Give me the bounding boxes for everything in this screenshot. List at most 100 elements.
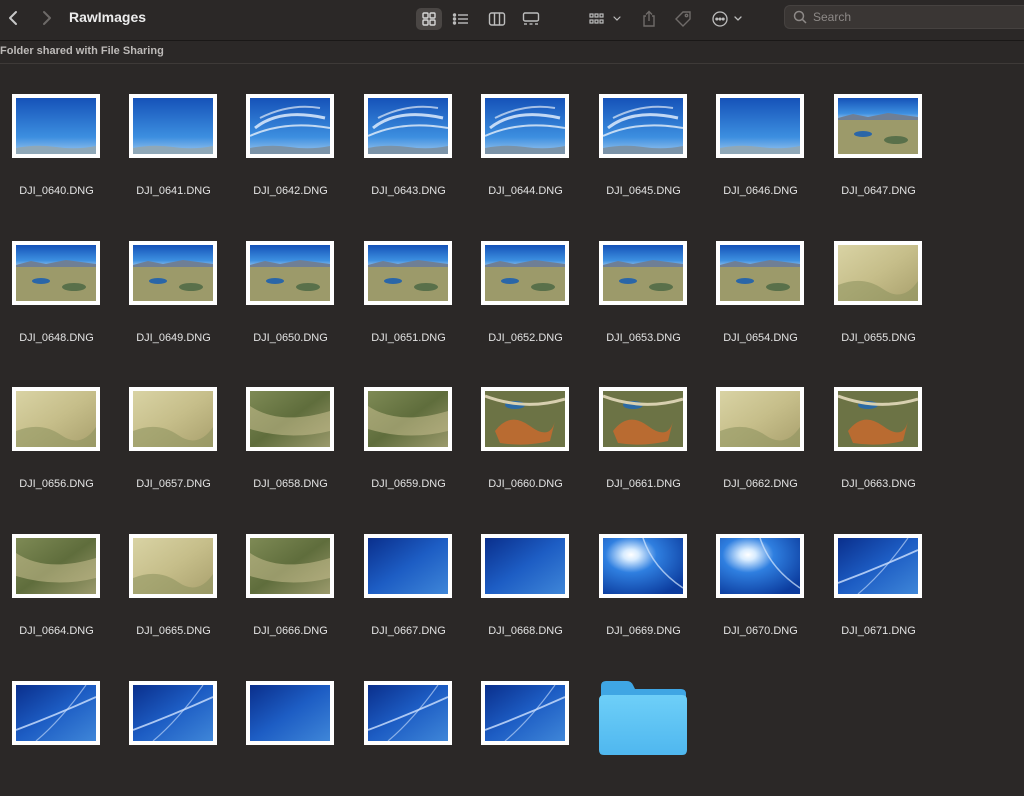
icon-view-button[interactable] [416,8,442,30]
search-field[interactable]: Search [784,5,1024,29]
file-name-label: DJI_0653.DNG [606,332,681,344]
file-icon-grid: DJI_0640.DNG DJI_0641.DNG DJI_0642.DNG D… [0,63,1024,762]
file-item[interactable]: DJI_0661.DNG [587,356,704,502]
file-item[interactable]: DJI_0670.DNG [704,503,821,649]
image-thumbnail [364,387,452,451]
file-item[interactable]: DJI_0665.DNG [117,503,234,649]
file-name-label: DJI_0644.DNG [488,185,563,197]
file-item[interactable]: DJI_0664.DNG [0,503,117,649]
column-view-button[interactable] [484,8,510,30]
file-item[interactable]: DJI_0663.DNG [822,356,939,502]
image-thumbnail [716,241,804,305]
forward-button[interactable] [36,8,56,28]
file-name-label: DJI_0656.DNG [19,478,94,490]
file-item[interactable]: DJI_0653.DNG [587,210,704,356]
image-thumbnail [364,681,452,745]
file-item[interactable]: DJI_0657.DNG [117,356,234,502]
shared-folder-note: Folder shared with File Sharing [0,45,164,57]
file-name-label: DJI_0665.DNG [136,625,211,637]
gallery-view-button[interactable] [518,8,544,30]
window-title: RawImages [69,9,147,25]
list-icon [452,13,468,25]
image-thumbnail [481,681,569,745]
file-item[interactable]: DJI_0660.DNG [469,356,586,502]
file-item[interactable]: DJI_0642.DNG [234,63,351,209]
image-thumbnail [12,681,100,745]
image-thumbnail [129,387,217,451]
file-item[interactable]: DJI_0652.DNG [469,210,586,356]
file-item[interactable]: DJI_0667.DNG [352,503,469,649]
file-name-label: DJI_0648.DNG [19,332,94,344]
file-item[interactable]: DJI_0644.DNG [469,63,586,209]
image-thumbnail [364,94,452,158]
image-thumbnail [12,387,100,451]
image-thumbnail [834,534,922,598]
file-item[interactable] [469,650,586,796]
file-item[interactable] [352,650,469,796]
share-button[interactable] [638,8,660,30]
file-name-label: DJI_0647.DNG [841,185,916,197]
file-item[interactable]: DJI_0647.DNG [822,63,939,209]
file-name-label: DJI_0641.DNG [136,185,211,197]
image-thumbnail [364,534,452,598]
file-item[interactable]: DJI_0654.DNG [704,210,821,356]
file-item[interactable]: DJI_0668.DNG [469,503,586,649]
image-thumbnail [716,94,804,158]
file-name-label: DJI_0654.DNG [723,332,798,344]
file-name-label: DJI_0667.DNG [371,625,446,637]
file-item[interactable] [234,650,351,796]
image-thumbnail [129,681,217,745]
image-thumbnail [599,94,687,158]
file-item[interactable]: DJI_0666.DNG [234,503,351,649]
file-item[interactable]: DJI_0646.DNG [704,63,821,209]
image-thumbnail [129,534,217,598]
image-thumbnail [246,387,334,451]
image-thumbnail [12,94,100,158]
image-thumbnail [599,241,687,305]
image-thumbnail [129,94,217,158]
action-menu-button[interactable] [710,8,746,30]
file-name-label: DJI_0652.DNG [488,332,563,344]
columns-icon [488,12,506,26]
file-item[interactable]: DJI_0658.DNG [234,356,351,502]
image-thumbnail [834,387,922,451]
file-item[interactable]: DJI_0650.DNG [234,210,351,356]
back-button[interactable] [4,8,24,28]
image-thumbnail [246,241,334,305]
file-item[interactable]: DJI_0671.DNG [822,503,939,649]
file-item[interactable]: DJI_0662.DNG [704,356,821,502]
group-by-button[interactable] [586,8,624,30]
image-thumbnail [246,534,334,598]
file-name-label: DJI_0659.DNG [371,478,446,490]
file-name-label: DJI_0649.DNG [136,332,211,344]
file-item[interactable]: DJI_0649.DNG [117,210,234,356]
tag-button[interactable] [672,8,694,30]
file-item[interactable]: DJI_0655.DNG [822,210,939,356]
image-thumbnail [246,94,334,158]
file-name-label: DJI_0662.DNG [723,478,798,490]
file-item[interactable]: DJI_0645.DNG [587,63,704,209]
file-item[interactable]: DJI_0669.DNG [587,503,704,649]
file-name-label: DJI_0643.DNG [371,185,446,197]
list-view-button[interactable] [448,8,474,30]
file-name-label: DJI_0657.DNG [136,478,211,490]
image-thumbnail [364,241,452,305]
file-item[interactable]: DJI_0651.DNG [352,210,469,356]
file-item[interactable]: DJI_0659.DNG [352,356,469,502]
file-name-label: DJI_0655.DNG [841,332,916,344]
file-item[interactable]: DJI_0656.DNG [0,356,117,502]
file-name-label: DJI_0661.DNG [606,478,681,490]
file-item[interactable]: DJI_0640.DNG [0,63,117,209]
file-item[interactable] [0,650,117,796]
file-name-label: DJI_0640.DNG [19,185,94,197]
file-item[interactable]: DJI_0641.DNG [117,63,234,209]
file-item[interactable] [117,650,234,796]
search-placeholder: Search [813,10,852,24]
folder-item[interactable] [587,650,704,796]
file-name-label: DJI_0660.DNG [488,478,563,490]
file-name-label: DJI_0646.DNG [723,185,798,197]
file-item[interactable]: DJI_0643.DNG [352,63,469,209]
file-item[interactable]: DJI_0648.DNG [0,210,117,356]
image-thumbnail [481,94,569,158]
file-name-label: DJI_0664.DNG [19,625,94,637]
